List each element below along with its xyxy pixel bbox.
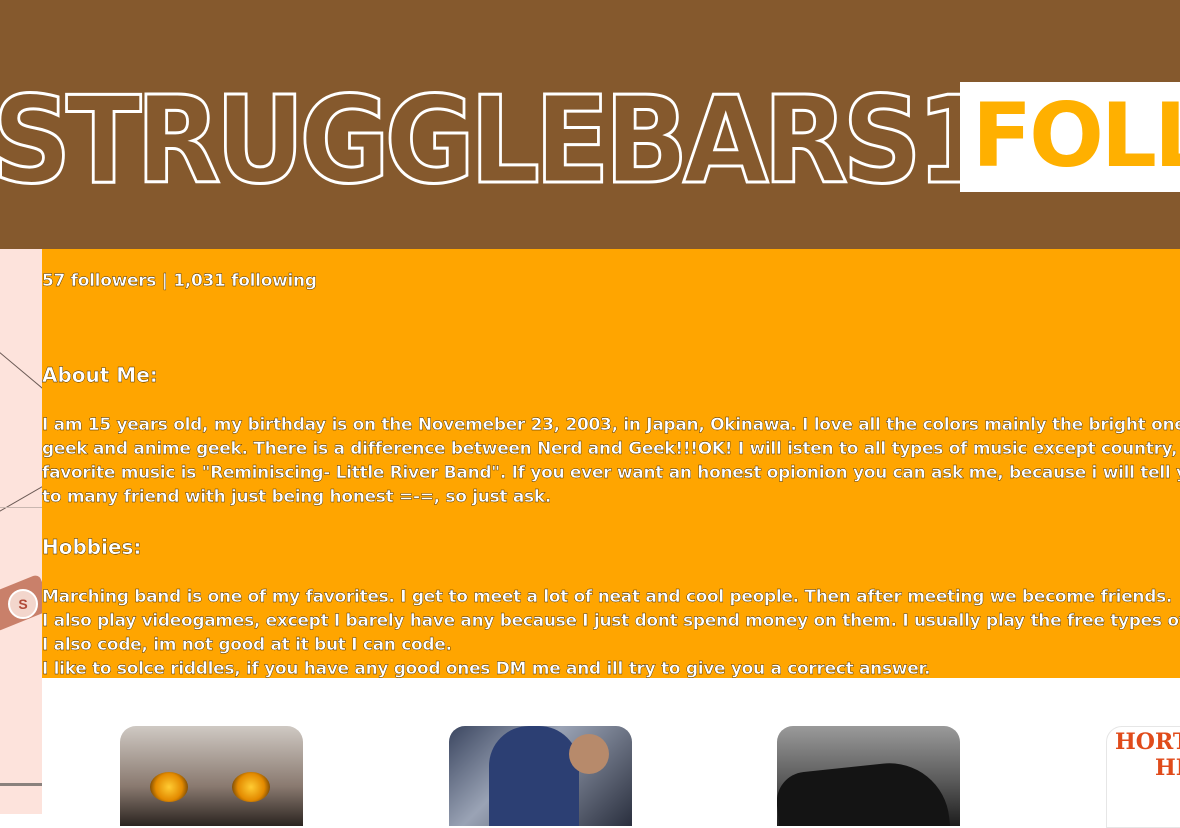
about-line: geek and anime geek. There is a differen… xyxy=(42,439,1180,459)
follow-button[interactable]: FOLLOW xyxy=(960,82,1180,192)
photo-figure xyxy=(569,734,609,774)
post-thumbnail[interactable] xyxy=(777,726,960,826)
photo-figure xyxy=(489,726,579,826)
owl-eye-graphic xyxy=(150,772,188,802)
post-thumbnail[interactable] xyxy=(120,726,303,826)
decor-divider xyxy=(0,507,42,508)
post-thumbnail[interactable] xyxy=(449,726,632,826)
decor-line xyxy=(0,343,42,396)
follow-stats: 57 followers | 1,031 following xyxy=(42,271,317,291)
hobbies-line: Marching band is one of my favorites. I … xyxy=(42,587,1173,607)
about-line: favorite music is "Reminiscing- Little R… xyxy=(42,463,1180,483)
about-line: to many friend with just being honest =-… xyxy=(42,487,552,507)
post-thumbnail[interactable]: HORTON HEA xyxy=(1106,726,1180,828)
profile-panel: 57 followers | 1,031 following About Me:… xyxy=(42,249,1180,678)
hobbies-line: I also code, im not good at it but I can… xyxy=(42,635,452,655)
about-heading: About Me: xyxy=(42,363,158,387)
book-cover-title: HORTON xyxy=(1115,729,1180,755)
follow-button-label: FOLLOW xyxy=(972,84,1180,187)
decor-line xyxy=(0,484,42,515)
photo-figure xyxy=(777,757,951,826)
owl-eye-graphic xyxy=(232,772,270,802)
hobbies-line: I also play videogames, except I barely … xyxy=(42,611,1180,631)
book-cover-subtitle: HEA xyxy=(1155,755,1180,781)
site-header: STRUGGLEBARS101 FOLLOW xyxy=(0,0,1180,249)
post-gallery: HORTON HEA xyxy=(42,678,1180,828)
decor-divider xyxy=(0,783,42,786)
hobbies-heading: Hobbies: xyxy=(42,535,142,559)
hobbies-line: I like to solce riddles, if you have any… xyxy=(42,659,931,678)
about-line: I am 15 years old, my birthday is on the… xyxy=(42,415,1180,435)
side-decoration: S xyxy=(0,249,42,814)
s-logo-icon: S xyxy=(8,589,38,619)
